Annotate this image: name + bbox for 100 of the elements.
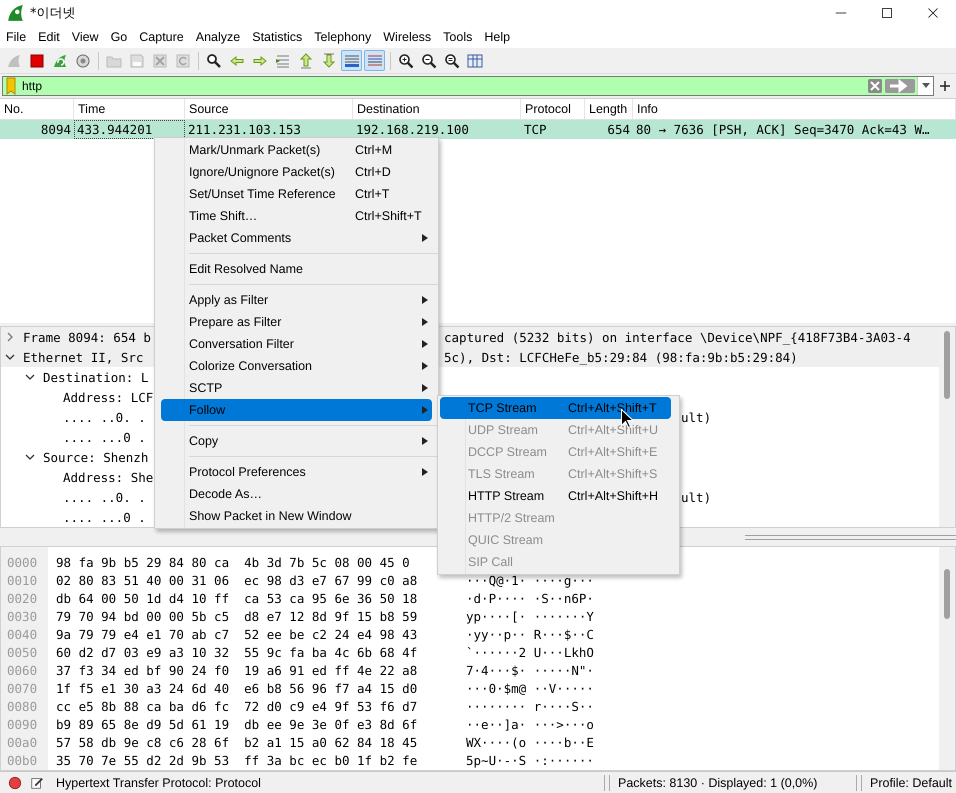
menu-item[interactable]: Telephony — [308, 27, 378, 47]
tree-item-text[interactable]: .... ..0. . — [63, 490, 146, 504]
tree-item-text[interactable]: Address: She — [63, 470, 154, 484]
offset-text: 0050 — [6, 644, 38, 660]
menu-item[interactable]: Capture — [133, 27, 190, 47]
ascii-text: 5p~U·-·S ·:······ — [465, 752, 595, 768]
menu-item[interactable]: Time Shift… Ctrl+Shift+T — [161, 205, 432, 227]
hex-bytes: 37 f3 34 ed bf 90 24 f0 19 a6 91 ed ff 4e 22 a8 — [55, 662, 418, 678]
menu-item[interactable]: TCP Stream Ctrl+Alt+Shift+T — [440, 397, 671, 419]
column-header[interactable]: Source — [185, 99, 353, 119]
menu-item[interactable]: View — [66, 27, 105, 47]
shortcut-text: Ctrl+Alt+Shift+H — [568, 489, 659, 503]
hex-bytes: 1f f5 e1 30 a3 24 6d 40 e6 b8 56 96 f7 a4 15 d0 — [55, 680, 418, 696]
shortcut-text: Ctrl+Alt+Shift+T — [568, 401, 658, 415]
menu-item[interactable]: HTTP Stream Ctrl+Alt+Shift+H — [440, 485, 671, 507]
column-header[interactable]: No. — [0, 99, 74, 119]
menu-item[interactable]: Edit — [32, 27, 66, 47]
menu-item[interactable]: Colorize Conversation — [161, 355, 432, 377]
lines-icon[interactable] — [364, 50, 385, 71]
menu-item[interactable]: Analyze — [190, 27, 246, 47]
shortcut-text: Ctrl+Alt+Shift+E — [568, 445, 658, 459]
menu-item[interactable]: Go — [104, 27, 134, 47]
tree-item-text[interactable]: 5c), Dst: LCFCHeFe_b5:29:84 (98:fa:9b:b5:29:84) — [444, 350, 939, 364]
ascii-text: yp····[· ·······Y — [465, 608, 595, 624]
menu-item[interactable]: Protocol Preferences — [161, 461, 432, 483]
menu-item[interactable]: Set/Unset Time Reference Ctrl+T — [161, 183, 432, 205]
tree-item-text[interactable]: captured (5232 bits) on interface \Device\NPF_{418F73B4-3A03-4 — [444, 330, 939, 344]
filter-input[interactable]: http — [20, 79, 867, 93]
offset-text: 0030 — [6, 608, 38, 624]
menu-item[interactable]: Show Packet in New Window — [161, 505, 432, 527]
hex-bytes: 35 70 7e 55 d2 2d 9b 53 ff 3a bc ec b0 1f b2 fe — [55, 752, 418, 768]
ascii-text: ···0·$m@ ··V····· — [465, 680, 595, 696]
hex-bytes: db 64 00 50 1d d4 10 ff ca 53 ca 95 6e 36 50 18 — [55, 590, 418, 606]
shortcut-text: Ctrl+T — [355, 187, 390, 201]
shortcut-text: Ctrl+D — [355, 165, 392, 179]
tree-item-text[interactable]: .... ..0. . — [63, 410, 146, 424]
tree-item-text[interactable]: .... ...0 . — [63, 510, 146, 524]
ascii-text: ···Q@·1· ····g··· — [465, 572, 595, 588]
menu-item[interactable]: SCTP — [161, 377, 432, 399]
column-header[interactable]: Time — [74, 99, 185, 119]
ascii-text: ··e··]a· ···>···o — [465, 716, 595, 732]
menu-item[interactable]: Decode As… — [161, 483, 432, 505]
window-title: *이더넷 — [30, 5, 76, 22]
filter-field[interactable]: http — [2, 76, 934, 96]
table-cell-text: 80 → 7636 [PSH, ACK] Seq=3470 Ack=43 W… — [635, 121, 930, 139]
hex-bytes: b9 89 65 8e d9 5d 61 19 db ee 9e 3e 0f e3 8d 6f — [55, 716, 418, 732]
ascii-text: ·d·P···· ·S··n6P· — [465, 590, 595, 606]
tree-item-text[interactable]: Address: LCF — [63, 390, 154, 404]
column-header[interactable]: Protocol — [521, 99, 585, 119]
tree-item-text[interactable]: Destination: L — [43, 370, 148, 384]
tree-item-text[interactable]: Source: Shenzh — [43, 450, 148, 464]
menu-item[interactable]: File — [0, 27, 32, 47]
hex-bytes: 9a 79 79 e4 e1 70 ab c7 52 ee be c2 24 e4 98 43 — [55, 626, 418, 642]
shortcut-text: Ctrl+Shift+T — [355, 209, 422, 223]
chevron-down-icon[interactable] — [25, 372, 35, 382]
menu-item[interactable]: Wireless — [377, 27, 438, 47]
chevron-down-icon[interactable] — [25, 452, 35, 462]
tree-item-text[interactable]: ult) — [681, 490, 939, 504]
profile-text[interactable]: Profile: Default — [870, 776, 956, 790]
menu-item[interactable]: Edit Resolved Name — [161, 258, 432, 280]
column-header[interactable]: Info — [633, 99, 956, 119]
menu-item[interactable]: Follow — [161, 399, 432, 421]
offset-text: 00a0 — [6, 734, 38, 750]
menu-item[interactable]: Apply as Filter — [161, 289, 432, 311]
chevron-down-icon[interactable] — [5, 352, 15, 362]
menu-item[interactable]: Statistics — [246, 27, 308, 47]
offset-text: 0020 — [6, 590, 38, 606]
table-cell-text: 211.231.103.153 — [187, 121, 302, 139]
menu-item[interactable]: Mark/Unmark Packet(s) Ctrl+M — [161, 139, 432, 161]
hex-bytes: 57 58 db 9e c8 c6 28 6f b2 a1 15 a0 62 84 18 45 — [55, 734, 418, 750]
ascii-text: ········ r····S·· — [465, 698, 595, 714]
menu-item[interactable]: Conversation Filter — [161, 333, 432, 355]
shortcut-text: Ctrl+M — [355, 143, 394, 157]
tree-item-text[interactable]: .... ...0 . — [63, 430, 146, 444]
menu-item[interactable]: Prepare as Filter — [161, 311, 432, 333]
ascii-text: ·yy··p·· R···$··C — [465, 626, 595, 642]
autoscroll-icon[interactable] — [341, 50, 362, 71]
scrollbar-thumb[interactable] — [944, 331, 950, 399]
column-header[interactable]: Length — [585, 99, 633, 119]
tree-item-text[interactable]: Frame 8094: 654 b — [23, 330, 151, 344]
ascii-text: 7·4···$· ·····N"· — [465, 662, 595, 678]
menu-item[interactable]: Copy — [161, 430, 432, 452]
table-cell-text: 654 — [606, 121, 631, 139]
shortcut-text: Ctrl+Alt+Shift+S — [568, 467, 658, 481]
dropdown-caret-icon[interactable] — [917, 77, 933, 95]
offset-text: 0000 — [6, 554, 38, 570]
column-header[interactable]: Destination — [353, 99, 521, 119]
menu-item[interactable]: Tools — [437, 27, 478, 47]
scrollbar-thumb[interactable] — [944, 569, 950, 619]
offset-text: 0060 — [6, 662, 38, 678]
chevron-right-icon[interactable] — [5, 332, 15, 342]
tree-item-text[interactable]: ult) — [681, 410, 939, 424]
hex-bytes: 02 80 83 51 40 00 31 06 ec 98 d3 e7 67 99 c0 a8 — [55, 572, 418, 588]
offset-text: 0090 — [6, 716, 38, 732]
clear-icon[interactable] — [867, 78, 883, 94]
menu-item[interactable]: Packet Comments — [161, 227, 432, 249]
tree-item-text[interactable]: Ethernet II, Src — [23, 350, 144, 364]
offset-text: 0010 — [6, 572, 38, 588]
menu-item[interactable]: Help — [478, 27, 516, 47]
menu-item[interactable]: Ignore/Unignore Packet(s) Ctrl+D — [161, 161, 432, 183]
